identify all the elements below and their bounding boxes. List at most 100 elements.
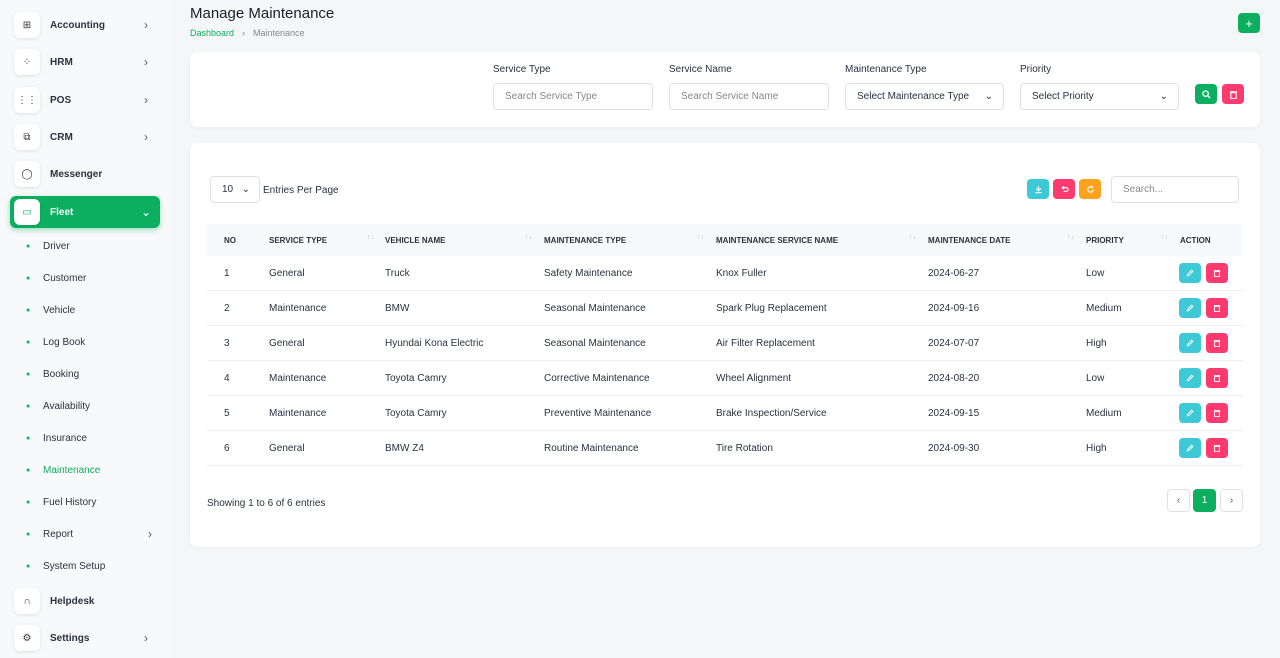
table-cell: Toyota Camry (385, 373, 447, 384)
delete-button[interactable] (1206, 403, 1228, 423)
service-name-input[interactable]: Search Service Name (669, 83, 829, 110)
table-cell: Medium (1086, 408, 1122, 419)
sidebar-subitem-system-setup[interactable]: ● System Setup (26, 556, 156, 576)
table-cell: Maintenance (269, 303, 327, 314)
sidebar-subitem-label: Driver (43, 240, 70, 252)
column-header[interactable]: MAINTENANCE TYPE (544, 224, 626, 256)
sidebar-item-label: Messenger (50, 168, 103, 180)
breadcrumb-dashboard-link[interactable]: Dashboard (190, 28, 234, 38)
sidebar-subitem-label: Log Book (43, 336, 86, 348)
table-cell: 1 (224, 268, 230, 279)
priority-select[interactable]: Select Priority ⌄ (1020, 83, 1179, 110)
sidebar-subitem-vehicle[interactable]: ● Vehicle (26, 300, 156, 320)
sidebar-subitem-customer[interactable]: ● Customer (26, 268, 156, 288)
showing-entries-text: Showing 1 to 6 of 6 entries (207, 498, 326, 509)
sidebar-subitem-label: System Setup (43, 560, 106, 572)
breadcrumb-separator: › (242, 28, 246, 38)
trash-icon (1213, 305, 1221, 312)
column-header[interactable]: PRIORITY (1086, 224, 1124, 256)
sidebar-subitem-fuel-history[interactable]: ● Fuel History (26, 492, 156, 512)
edit-button[interactable] (1179, 333, 1201, 353)
service-type-input[interactable]: Search Service Type (493, 83, 653, 110)
sidebar-subitem-label: Insurance (43, 432, 87, 444)
download-button[interactable] (1027, 179, 1049, 199)
sidebar-item-label: Settings (50, 632, 90, 644)
edit-button[interactable] (1179, 263, 1201, 283)
sidebar-item-label: Helpdesk (50, 595, 95, 607)
sidebar-subitem-availability[interactable]: ● Availability (26, 396, 156, 416)
bullet-icon: ● (26, 274, 31, 282)
add-maintenance-button[interactable]: + (1238, 13, 1260, 33)
bullet-icon: ● (26, 562, 31, 570)
sidebar-item-pos[interactable]: ⋮⋮ POS › (10, 84, 160, 116)
sort-icon[interactable]: ↑↓ (1067, 234, 1074, 241)
table-cell: 2024-07-07 (928, 338, 980, 349)
hrm-icon: ⁘ (14, 49, 40, 75)
table-cell: General (269, 338, 305, 349)
sidebar-subitem-maintenance[interactable]: ● Maintenance (26, 460, 156, 480)
edit-button[interactable] (1179, 403, 1201, 423)
table-cell: 4 (224, 373, 230, 384)
priority-label: Priority (1020, 64, 1052, 75)
sidebar-subitem-log-book[interactable]: ● Log Book (26, 332, 156, 352)
reset-button[interactable] (1053, 179, 1075, 199)
delete-button[interactable] (1206, 263, 1228, 283)
sort-icon[interactable]: ↑↓ (1161, 234, 1168, 241)
table-row: 5 Maintenance Toyota Camry Preventive Maint… (207, 396, 1243, 431)
delete-button[interactable] (1206, 438, 1228, 458)
table-row: 1 General Truck Safety Maintenance Knox Full… (207, 256, 1243, 291)
sidebar-subitem-booking[interactable]: ● Booking (26, 364, 156, 384)
column-header[interactable]: MAINTENANCE DATE (928, 224, 1011, 256)
delete-button[interactable] (1206, 368, 1228, 388)
delete-button[interactable] (1206, 298, 1228, 318)
pagination-prev-button[interactable]: ‹ (1167, 489, 1190, 512)
sidebar-subitem-report[interactable]: ● Report › (26, 524, 156, 544)
maintenance-type-value: Select Maintenance Type (857, 91, 970, 102)
entries-per-page-select[interactable]: 10 ⌄ (210, 176, 260, 203)
sidebar-item-hrm[interactable]: ⁘ HRM › (10, 46, 160, 78)
column-header[interactable]: SERVICE TYPE (269, 224, 327, 256)
table-search-input[interactable]: Search... (1111, 176, 1239, 203)
page-title: Manage Maintenance (190, 5, 335, 22)
sidebar-item-messenger[interactable]: ◯ Messenger (10, 158, 160, 190)
column-header[interactable]: VEHICLE NAME (385, 224, 445, 256)
bullet-icon: ● (26, 434, 31, 442)
pencil-icon (1186, 269, 1194, 277)
edit-button[interactable] (1179, 298, 1201, 318)
sidebar-item-fleet[interactable]: ▭ Fleet ⌄ (10, 196, 160, 228)
sort-icon[interactable]: ↑↓ (697, 234, 704, 241)
clear-filter-button[interactable] (1222, 84, 1244, 104)
sidebar-subitem-insurance[interactable]: ● Insurance (26, 428, 156, 448)
table-cell: Routine Maintenance (544, 443, 639, 454)
sort-icon[interactable]: ↑↓ (909, 234, 916, 241)
gear-icon: ⚙ (14, 625, 40, 651)
trash-icon (1213, 340, 1221, 347)
sidebar-subitem-label: Vehicle (43, 304, 76, 316)
sidebar-subitem-driver[interactable]: ● Driver (26, 236, 156, 256)
sort-icon[interactable]: ↑↓ (367, 234, 374, 241)
sidebar-item-accounting[interactable]: ⊞ Accounting › (10, 9, 160, 41)
sidebar-item-helpdesk[interactable]: ∩ Helpdesk (10, 585, 160, 617)
table-cell: 2024-08-20 (928, 373, 980, 384)
pagination-page-1[interactable]: 1 (1193, 489, 1216, 512)
sidebar-item-settings[interactable]: ⚙ Settings › (10, 622, 160, 654)
column-header[interactable]: MAINTENANCE SERVICE NAME (716, 224, 838, 256)
refresh-button[interactable] (1079, 179, 1101, 199)
delete-button[interactable] (1206, 333, 1228, 353)
chevron-icon: › (144, 93, 148, 107)
chevron-down-icon: ⌄ (241, 184, 250, 195)
table-cell: Hyundai Kona Electric (385, 338, 484, 349)
sort-icon[interactable]: ↑↓ (525, 234, 532, 241)
pos-icon: ⋮⋮ (14, 87, 40, 113)
table-cell: Corrective Maintenance (544, 373, 650, 384)
edit-button[interactable] (1179, 368, 1201, 388)
trash-icon (1213, 270, 1221, 277)
sidebar-item-label: Fleet (50, 206, 74, 218)
table-cell: Air Filter Replacement (716, 338, 815, 349)
search-button[interactable] (1195, 84, 1217, 104)
pagination-next-button[interactable]: › (1220, 489, 1243, 512)
table-cell: 2024-09-16 (928, 303, 980, 314)
maintenance-type-select[interactable]: Select Maintenance Type ⌄ (845, 83, 1004, 110)
edit-button[interactable] (1179, 438, 1201, 458)
sidebar-item-crm[interactable]: ⧉ CRM › (10, 121, 160, 153)
